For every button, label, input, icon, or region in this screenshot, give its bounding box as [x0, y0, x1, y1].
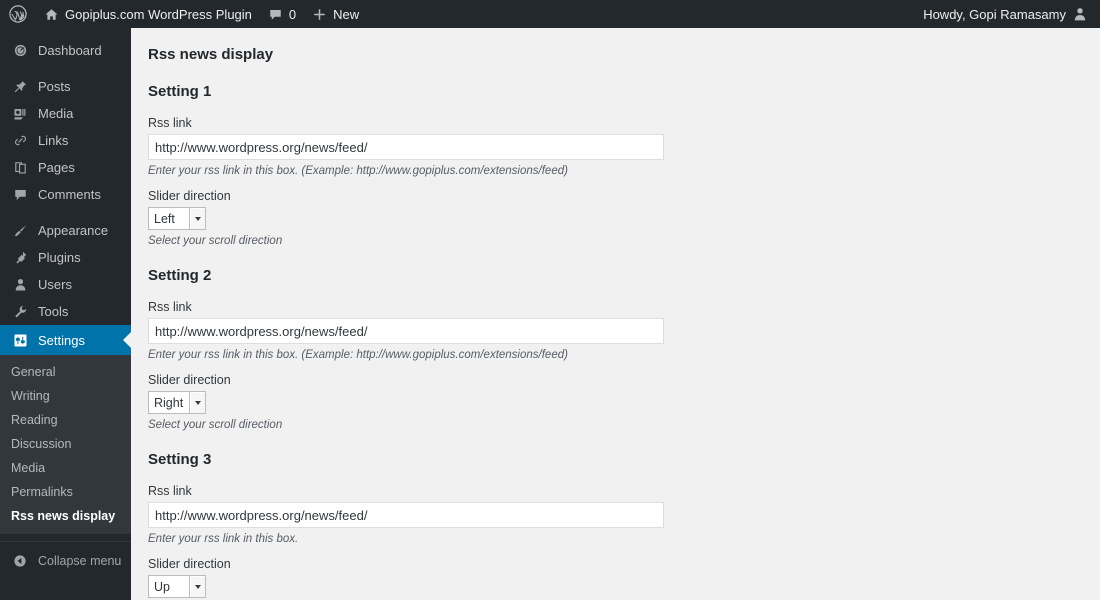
section-title-setting-3: Setting 3	[148, 451, 212, 468]
slider-direction-label-2: Slider direction	[148, 373, 231, 387]
account-menu[interactable]: Howdy, Gopi Ramasamy	[915, 0, 1100, 28]
slider-direction-value-3: Up	[149, 576, 189, 597]
link-chain-icon	[11, 133, 29, 148]
comments-bubble-button[interactable]: 0	[260, 0, 304, 28]
comments-count: 0	[288, 6, 297, 22]
new-label: New	[333, 6, 360, 22]
rss-link-input-1[interactable]	[148, 134, 664, 160]
slider-direction-label-1: Slider direction	[148, 189, 231, 203]
collapse-arrow-icon	[11, 554, 29, 568]
sidebar-item-writing[interactable]: Writing	[0, 384, 131, 408]
comment-bubble-icon	[11, 187, 29, 202]
settings-submenu: General Writing Reading Discussion Media…	[0, 355, 131, 534]
sidebar-item-pages[interactable]: Pages	[0, 154, 131, 181]
sidebar-item-media[interactable]: Media	[0, 100, 131, 127]
sidebar-item-general[interactable]: General	[0, 360, 131, 384]
sidebar-item-label: Links	[38, 133, 69, 148]
rss-link-input-2[interactable]	[148, 318, 664, 344]
sidebar-item-rss-news-display[interactable]: Rss news display	[0, 504, 131, 528]
collapse-menu-wrapper: Collapse menu	[0, 541, 131, 572]
chevron-down-icon[interactable]	[189, 392, 205, 413]
sidebar-item-media-settings[interactable]: Media	[0, 456, 131, 480]
wordpress-logo-button[interactable]	[0, 0, 36, 28]
plug-icon	[11, 250, 29, 265]
site-name-menu[interactable]: Gopiplus.com WordPress Plugin	[36, 0, 260, 28]
howdy-label: Howdy, Gopi Ramasamy	[923, 6, 1066, 22]
sidebar-item-links[interactable]: Links	[0, 127, 131, 154]
sidebar-item-posts[interactable]: Posts	[0, 73, 131, 100]
paintbrush-icon	[11, 223, 29, 238]
user-avatar-icon	[1072, 6, 1088, 22]
sidebar-item-reading[interactable]: Reading	[0, 408, 131, 432]
rss-link-input-3[interactable]	[148, 502, 664, 528]
rss-link-help-1: Enter your rss link in this box. (Exampl…	[148, 165, 568, 177]
site-name-label: Gopiplus.com WordPress Plugin	[65, 6, 252, 22]
sidebar-item-label: Users	[38, 277, 72, 292]
admin-bar: Gopiplus.com WordPress Plugin 0 New Howd…	[0, 0, 1100, 28]
admin-sidebar: Dashboard Posts Media Links Pages Commen…	[0, 28, 131, 600]
sidebar-item-label: Dashboard	[38, 43, 102, 58]
sidebar-item-discussion[interactable]: Discussion	[0, 432, 131, 456]
sidebar-menu-top: Dashboard Posts Media Links Pages Commen…	[0, 28, 131, 355]
sidebar-item-appearance[interactable]: Appearance	[0, 217, 131, 244]
slider-direction-help-1: Select your scroll direction	[148, 235, 283, 247]
rss-link-label-3: Rss link	[148, 484, 192, 498]
rss-link-help-2: Enter your rss link in this box. (Exampl…	[148, 349, 568, 361]
sidebar-item-label: Appearance	[38, 223, 109, 238]
chevron-down-icon[interactable]	[189, 208, 205, 229]
settings-sliders-icon	[11, 333, 29, 348]
collapse-menu-button[interactable]: Collapse menu	[0, 550, 131, 572]
slider-direction-select-2[interactable]: Right	[148, 391, 206, 414]
collapse-menu-label: Collapse menu	[38, 554, 122, 568]
rss-link-label-2: Rss link	[148, 300, 192, 314]
dashboard-gauge-icon	[11, 43, 29, 58]
sidebar-item-label: Tools	[38, 304, 69, 319]
main-content: Rss news display Setting 1 Rss link Ente…	[131, 28, 1100, 600]
rss-link-help-3: Enter your rss link in this box.	[148, 533, 299, 545]
sidebar-item-plugins[interactable]: Plugins	[0, 244, 131, 271]
sidebar-group-separator	[0, 208, 131, 217]
section-title-setting-1: Setting 1	[148, 83, 212, 100]
sidebar-item-label: Media	[38, 106, 74, 121]
sidebar-item-permalinks[interactable]: Permalinks	[0, 480, 131, 504]
sidebar-item-label: Posts	[38, 79, 71, 94]
sidebar-item-comments[interactable]: Comments	[0, 181, 131, 208]
slider-direction-help-2: Select your scroll direction	[148, 419, 283, 431]
new-content-menu[interactable]: New	[304, 0, 367, 28]
wrench-icon	[11, 304, 29, 319]
sidebar-group-separator	[0, 64, 131, 73]
pages-icon	[11, 160, 29, 175]
wordpress-logo-icon	[9, 5, 27, 23]
sidebar-item-label: Comments	[38, 187, 101, 202]
sidebar-item-users[interactable]: Users	[0, 271, 131, 298]
media-camera-icon	[11, 106, 29, 121]
slider-direction-label-3: Slider direction	[148, 557, 231, 571]
slider-direction-value-2: Right	[149, 392, 189, 413]
sidebar-item-tools[interactable]: Tools	[0, 298, 131, 325]
user-icon	[11, 277, 29, 292]
sidebar-item-dashboard[interactable]: Dashboard	[0, 37, 131, 64]
chevron-down-icon[interactable]	[189, 576, 205, 597]
comment-bubble-icon	[268, 7, 283, 22]
sidebar-item-label: Plugins	[38, 250, 81, 265]
sidebar-item-label: Settings	[38, 332, 85, 348]
sidebar-item-settings[interactable]: Settings	[0, 325, 131, 355]
plus-icon	[312, 7, 327, 22]
slider-direction-select-3[interactable]: Up	[148, 575, 206, 598]
home-icon	[44, 7, 59, 22]
rss-link-label-1: Rss link	[148, 116, 192, 130]
sidebar-item-label: Pages	[38, 160, 75, 175]
slider-direction-value-1: Left	[149, 208, 189, 229]
slider-direction-select-1[interactable]: Left	[148, 207, 206, 230]
section-title-setting-2: Setting 2	[148, 267, 212, 284]
page-title: Rss news display	[148, 46, 274, 63]
pin-icon	[11, 79, 29, 94]
